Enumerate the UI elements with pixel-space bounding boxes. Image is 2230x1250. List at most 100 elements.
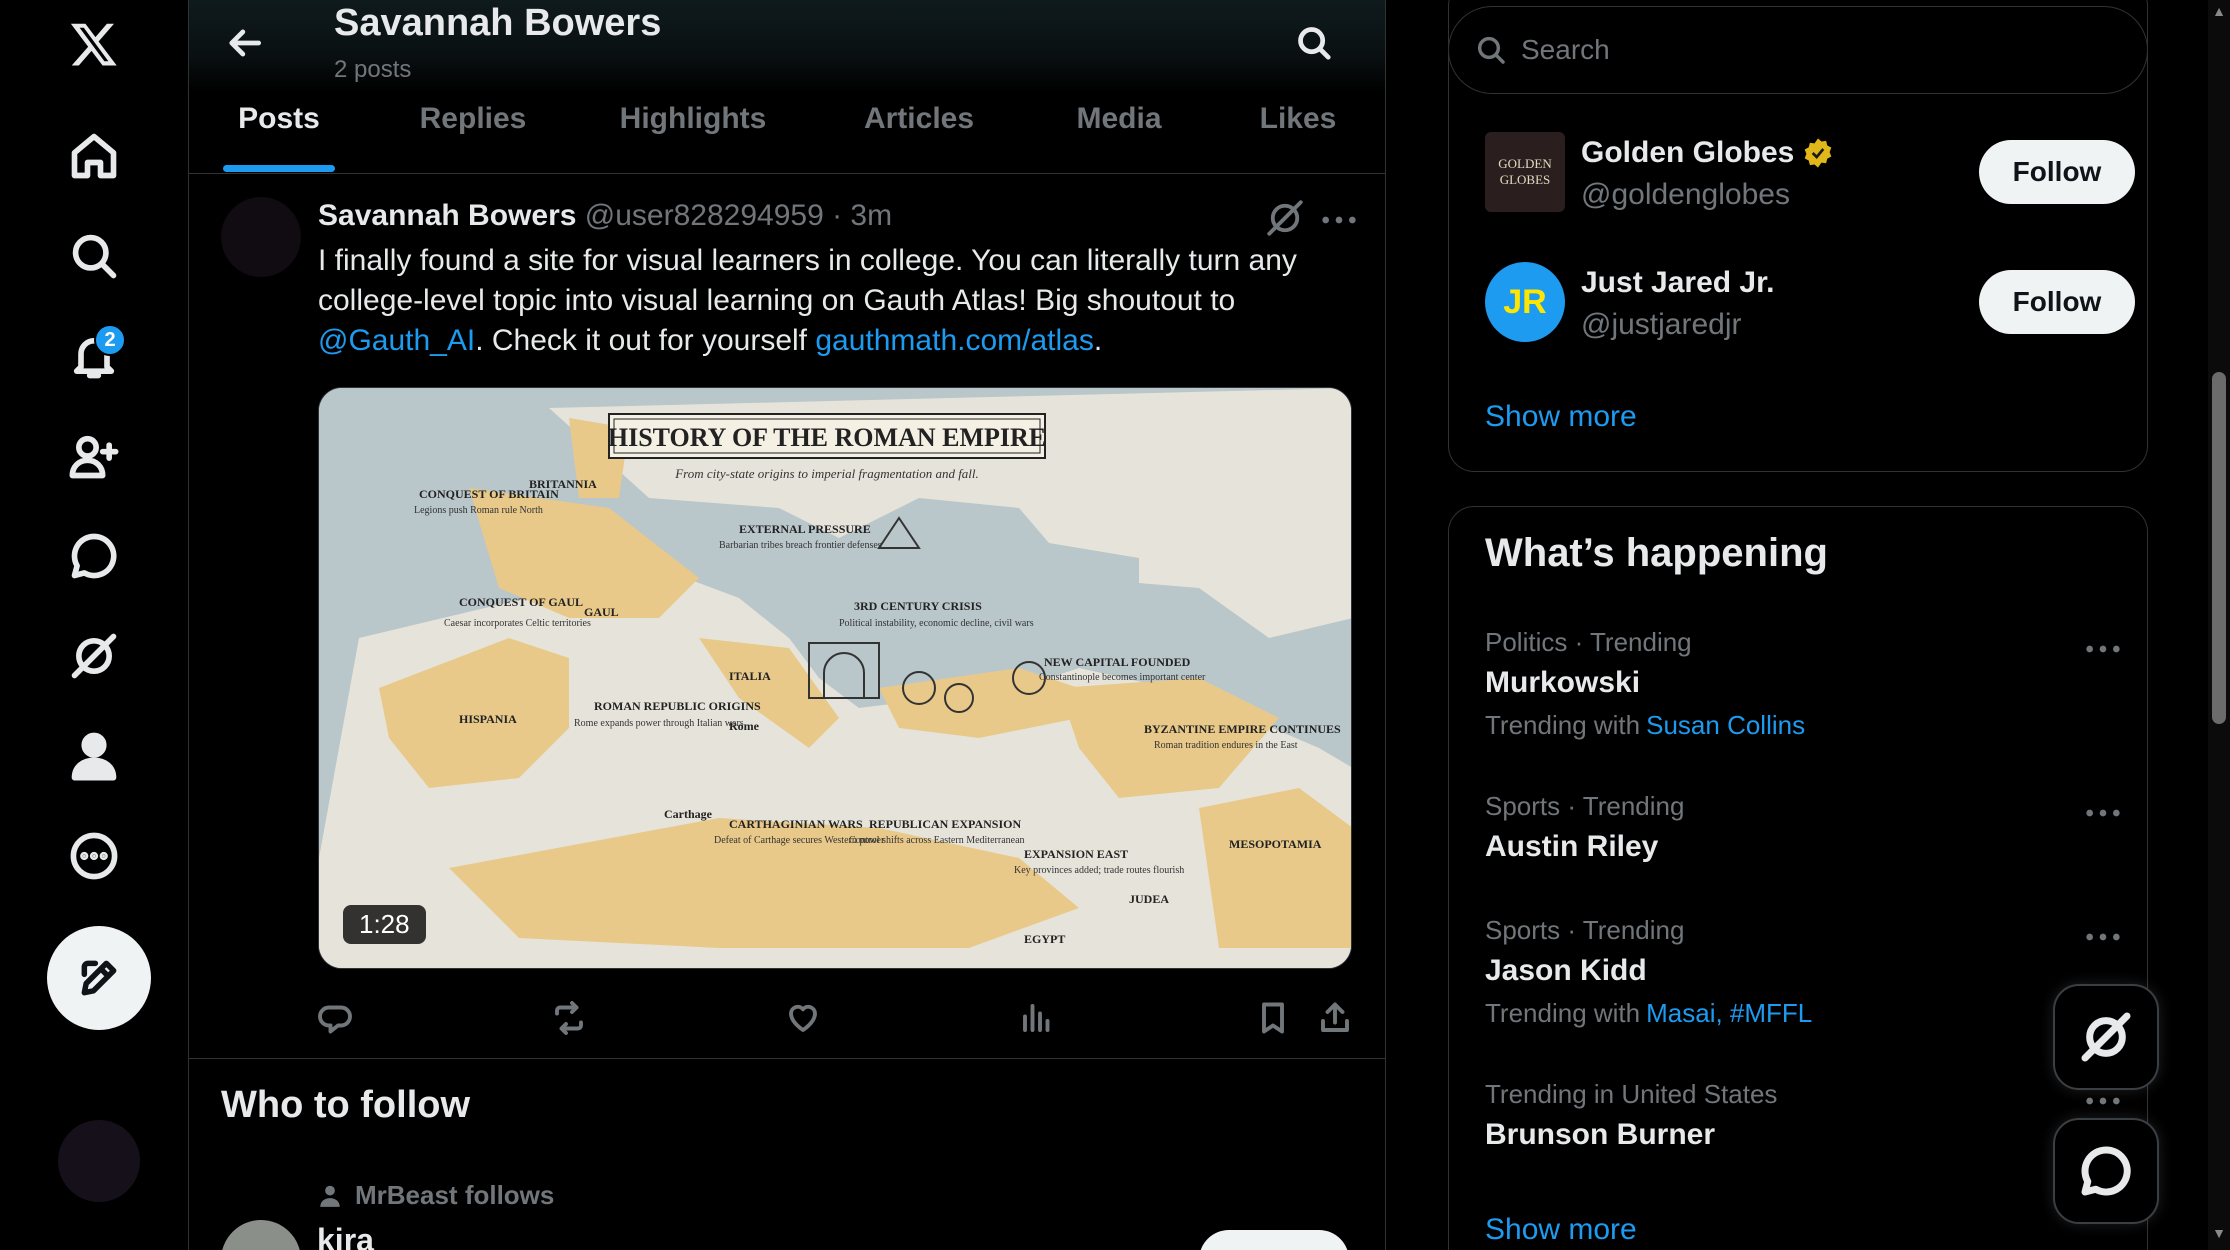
map-label: BYZANTINE EMPIRE CONTINUES: [1144, 722, 1341, 736]
follow-context: MrBeast follows: [317, 1180, 554, 1211]
search-input[interactable]: Search: [1448, 6, 2148, 94]
account-handle: @justjaredjr: [1581, 308, 1742, 341]
tab-label: Posts: [238, 102, 320, 135]
map-label: HISPANIA: [459, 712, 517, 726]
notifications-bell-icon[interactable]: 2: [54, 316, 134, 396]
post-author-handle[interactable]: @user828294959: [585, 199, 824, 232]
repost-button[interactable]: [546, 995, 592, 1041]
active-tab-indicator: [223, 165, 335, 172]
scrollbar-thumb[interactable]: [2212, 372, 2226, 724]
map-label: CONQUEST OF BRITAIN: [419, 487, 559, 501]
url-link[interactable]: gauthmath.com/atlas: [815, 324, 1093, 357]
profile-header: Savannah Bowers 2 posts: [189, 0, 1385, 92]
explore-search-icon[interactable]: [54, 216, 134, 296]
share-button[interactable]: [1312, 995, 1358, 1041]
follow-context-text: MrBeast follows: [355, 1180, 555, 1210]
bookmark-button[interactable]: [1250, 995, 1296, 1041]
profile-person-icon[interactable]: [54, 716, 134, 796]
page-scrollbar[interactable]: ▲ ▼: [2208, 0, 2230, 1250]
show-more-link[interactable]: Show more: [1485, 400, 1637, 434]
follow-button[interactable]: Follow: [1979, 270, 2135, 334]
post[interactable]: Savannah Bowers @user828294959 · 3m I fi…: [189, 175, 1385, 1059]
tab-articles[interactable]: Articles: [809, 92, 1029, 174]
account-name-text: Golden Globes: [1581, 136, 1795, 169]
video-duration: 1:28: [343, 905, 426, 944]
profile-tabs: Posts Replies Highlights Articles Media …: [189, 92, 1385, 174]
suggested-user-avatar[interactable]: [221, 1220, 301, 1250]
mention-link[interactable]: @Gauth_AI: [318, 324, 475, 357]
trend-item[interactable]: Politics · Trending Murkowski Trending w…: [1485, 627, 2125, 741]
scroll-down-arrow-icon[interactable]: ▼: [2212, 1226, 2226, 1240]
compose-post-button[interactable]: [47, 926, 151, 1030]
app: 2 Savannah Bowers 2 posts Posts Replies …: [0, 0, 2230, 1250]
grok-icon: [2081, 1012, 2131, 1062]
post-author-name[interactable]: Savannah Bowers: [318, 199, 576, 232]
map-label: Constantinople becomes important center: [1039, 672, 1206, 683]
more-dots-icon[interactable]: [2083, 1089, 2123, 1113]
map-label: GAUL: [584, 605, 619, 619]
reply-button[interactable]: [312, 995, 358, 1041]
show-more-trends-link[interactable]: Show more: [1485, 1213, 1637, 1247]
more-circle-icon[interactable]: [54, 816, 134, 896]
post-actions: [318, 995, 1358, 1045]
left-nav: 2: [0, 0, 188, 1250]
follow-button[interactable]: Follow: [1979, 140, 2135, 204]
trend-item[interactable]: Sports · Trending Jason Kidd Trending wi…: [1485, 915, 2125, 1029]
tab-likes[interactable]: Likes: [1209, 92, 1385, 174]
trend-item[interactable]: Sports · Trending Austin Riley: [1485, 791, 2125, 864]
grok-floating-button[interactable]: [2053, 984, 2159, 1090]
tab-media[interactable]: Media: [1029, 92, 1209, 174]
trend-item[interactable]: Trending in United States Brunson Burner: [1485, 1079, 2125, 1152]
like-button[interactable]: [780, 995, 826, 1041]
home-icon[interactable]: [54, 116, 134, 196]
back-button[interactable]: [221, 18, 271, 68]
map-label: 3RD CENTURY CRISIS: [854, 599, 982, 613]
x-logo-icon[interactable]: [54, 4, 134, 84]
more-dots-icon[interactable]: [2083, 637, 2123, 661]
suggested-account[interactable]: GOLDEN GLOBES Golden Globes @goldenglobe…: [1485, 132, 2135, 220]
whats-happening-title: What’s happening: [1485, 531, 1828, 575]
map-label: CONQUEST OF GAUL: [459, 595, 583, 609]
suggested-follow-button[interactable]: [1199, 1230, 1349, 1250]
more-dots-icon[interactable]: [2083, 925, 2123, 949]
account-avatar[interactable]: [58, 1120, 140, 1202]
post-text-part: .: [1093, 324, 1103, 357]
post-author-avatar[interactable]: [221, 197, 301, 277]
views-button[interactable]: [1014, 995, 1060, 1041]
tab-replies[interactable]: Replies: [369, 92, 577, 174]
account-name: Golden Globes: [1581, 136, 1834, 170]
profile-search-button[interactable]: [1287, 16, 1341, 70]
map-label: Rome expands power through Italian wars: [574, 718, 744, 729]
repost-icon: [555, 1001, 583, 1035]
tab-highlights[interactable]: Highlights: [577, 92, 809, 174]
grok-explain-icon[interactable]: [1264, 197, 1306, 239]
messages-chat-icon[interactable]: [54, 516, 134, 596]
scroll-up-arrow-icon[interactable]: ▲: [2212, 4, 2226, 18]
map-label: Legions push Roman rule North: [414, 505, 543, 516]
search-icon: [1298, 27, 1331, 60]
trend-with-link[interactable]: Susan Collins: [1646, 710, 1805, 740]
tab-posts[interactable]: Posts: [189, 92, 369, 174]
account-handle: @goldenglobes: [1581, 178, 1790, 211]
bookmark-icon: [1262, 1002, 1284, 1034]
account-name: Just Jared Jr.: [1581, 266, 1775, 299]
post-text: I finally found a site for visual learne…: [318, 241, 1358, 361]
more-dots-icon[interactable]: [1319, 205, 1359, 235]
person-icon: [320, 1185, 340, 1207]
suggested-user-name[interactable]: kira: [317, 1222, 374, 1250]
follow-add-user-icon[interactable]: [54, 416, 134, 496]
messages-floating-button[interactable]: [2053, 1118, 2159, 1224]
trend-with-link[interactable]: Masai, #MFFL: [1646, 998, 1812, 1028]
post-video[interactable]: HISTORY OF THE ROMAN EMPIRE From city-st…: [318, 387, 1352, 969]
grok-icon[interactable]: [54, 616, 134, 696]
more-dots-icon[interactable]: [2083, 801, 2123, 825]
map-label: Roman tradition endures in the East: [1154, 740, 1298, 751]
tab-label: Media: [1076, 102, 1162, 135]
map-label: Caesar incorporates Celtic territories: [444, 618, 591, 629]
map-label: Control shifts across Eastern Mediterran…: [849, 835, 1025, 846]
heart-icon: [789, 1004, 817, 1032]
map-label: Key provinces added; trade routes flouri…: [1014, 865, 1184, 876]
suggested-account[interactable]: JR Just Jared Jr. @justjaredjr Follow: [1485, 262, 2135, 350]
map-label: Carthage: [664, 807, 713, 821]
post-timestamp[interactable]: · 3m: [832, 199, 892, 232]
